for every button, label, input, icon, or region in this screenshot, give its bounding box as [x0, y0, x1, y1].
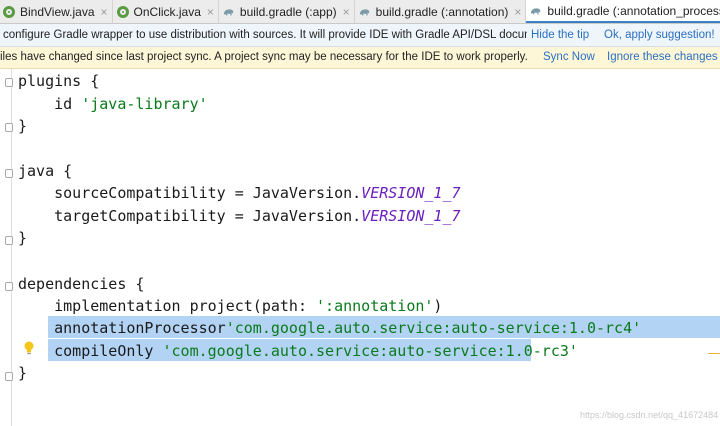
fold-marker-icon[interactable]: [5, 169, 13, 178]
code-line-5: java {: [18, 162, 73, 180]
code-line-2: id 'java-library': [18, 95, 208, 113]
project-sync-bar: iles have changed since last project syn…: [0, 47, 720, 69]
close-icon[interactable]: ×: [207, 5, 214, 19]
code-line-11: implementation project(path: ':annotatio…: [18, 297, 443, 315]
fold-marker-icon[interactable]: [5, 372, 13, 381]
gradle-wrapper-tip-bar: configure Gradle wrapper to use distribu…: [0, 24, 720, 47]
tab-label: build.gradle (:annotation): [375, 4, 509, 19]
close-icon[interactable]: ×: [514, 5, 521, 19]
code-line-1: plugins {: [18, 72, 100, 90]
gradle-icon: [359, 8, 369, 15]
code-line-10: dependencies {: [18, 275, 145, 293]
fold-marker-icon[interactable]: [5, 123, 13, 132]
code-editor[interactable]: plugins { id 'java-library' } java { sou…: [0, 69, 720, 426]
code-line-8: }: [18, 229, 28, 247]
tab-onclick-java[interactable]: OnClick.java ×: [113, 0, 219, 23]
close-icon[interactable]: ×: [343, 5, 350, 19]
annotation-class-icon: [116, 5, 129, 18]
tab-bindview-java[interactable]: BindView.java ×: [0, 0, 113, 23]
gradle-icon: [223, 8, 234, 15]
fold-marker-icon[interactable]: [5, 236, 13, 245]
tab-build-gradle-app[interactable]: build.gradle (:app) ×: [219, 0, 355, 23]
tip-message: configure Gradle wrapper to use distribu…: [3, 29, 527, 41]
fold-marker-icon[interactable]: [5, 282, 13, 291]
tab-label: BindView.java: [20, 4, 95, 19]
editor-tab-bar: BindView.java × OnClick.java × build.gra…: [0, 0, 720, 24]
class-icon: [3, 5, 15, 18]
code-line-12: annotationProcessor'com.google.auto.serv…: [18, 319, 642, 337]
close-icon[interactable]: ×: [101, 5, 108, 19]
code-line-6: sourceCompatibility = JavaVersion.VERSIO…: [18, 184, 461, 202]
sync-message: iles have changed since last project syn…: [0, 51, 528, 63]
caret-marker: [708, 353, 720, 354]
tab-build-gradle-annotation-process[interactable]: build.gradle (:annotation_process) ×: [526, 0, 720, 23]
hide-tip-link[interactable]: Hide the tip: [531, 24, 589, 46]
apply-suggestion-link[interactable]: Ok, apply suggestion!: [604, 24, 715, 46]
ignore-changes-link[interactable]: Ignore these changes: [607, 47, 718, 68]
watermark: https://blog.csdn.net/qq_41672484: [580, 410, 719, 420]
tab-build-gradle-annotation[interactable]: build.gradle (:annotation) ×: [355, 0, 527, 23]
code-line-7: targetCompatibility = JavaVersion.VERSIO…: [18, 207, 461, 225]
code-line-14: }: [18, 364, 28, 382]
gradle-icon: [531, 7, 541, 14]
tab-label: OnClick.java: [133, 4, 201, 19]
code-line-3: }: [18, 117, 28, 135]
sync-now-link[interactable]: Sync Now: [543, 47, 595, 68]
code-line-13: compileOnly 'com.google.auto.service:aut…: [18, 342, 578, 360]
tab-label: build.gradle (:app): [239, 4, 337, 19]
tab-label: build.gradle (:annotation_process): [547, 3, 720, 18]
fold-marker-icon[interactable]: [5, 78, 13, 87]
